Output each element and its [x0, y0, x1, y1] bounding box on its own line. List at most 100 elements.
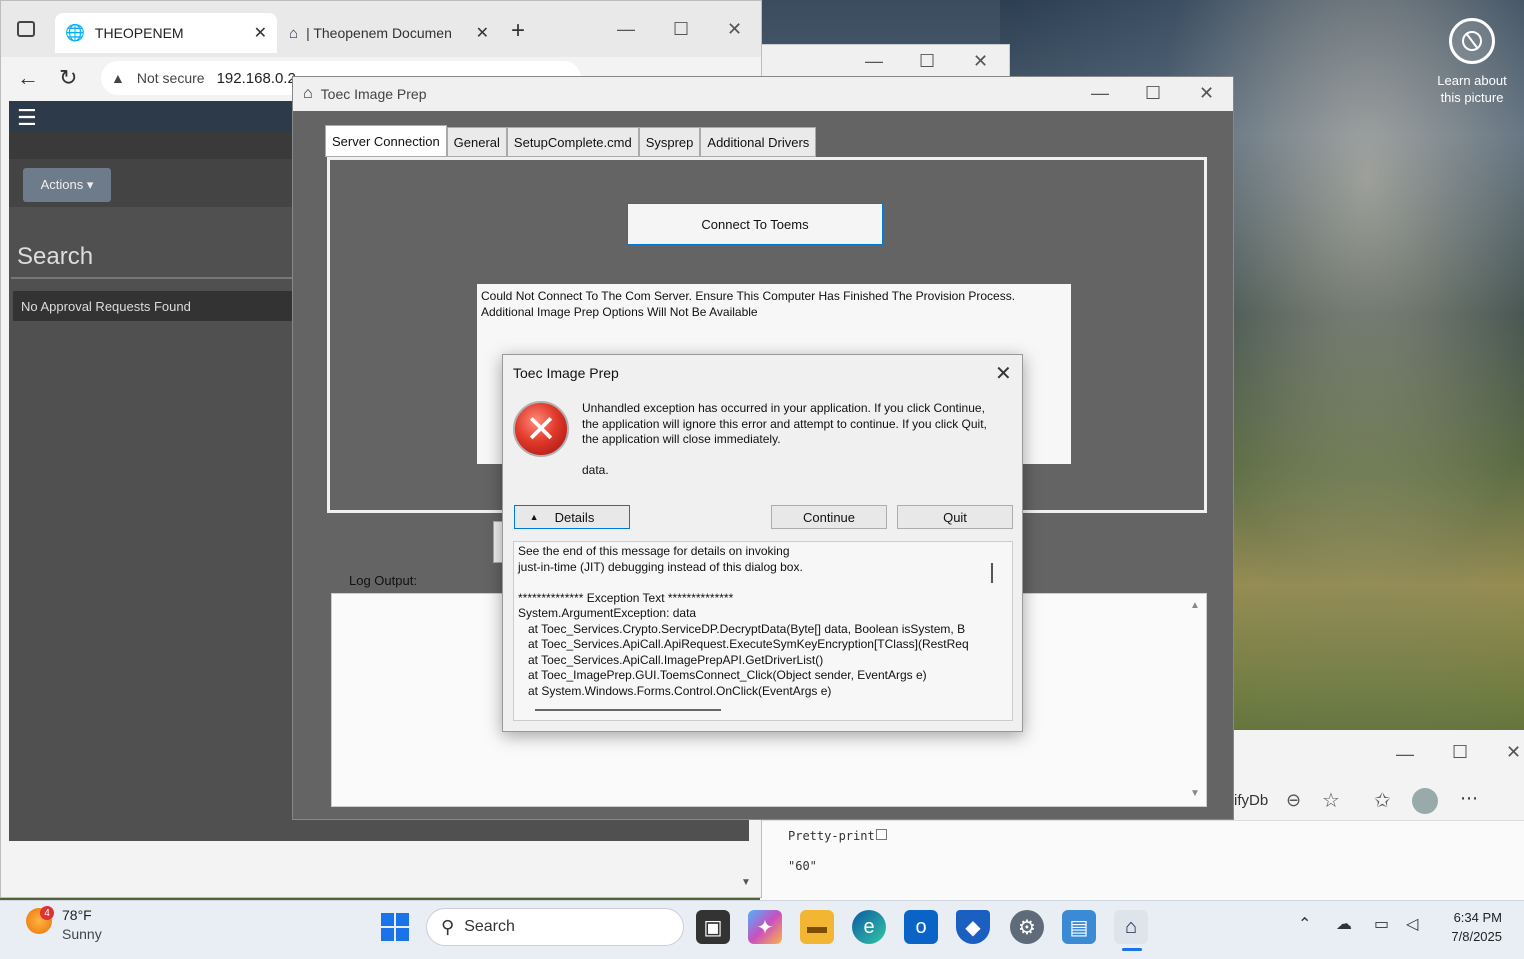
scroll-down-icon[interactable]: ▼: [741, 877, 751, 888]
browser-tab-theopenem[interactable]: 🌐 THEOPENEM ✕: [55, 13, 277, 53]
hamburger-icon[interactable]: ☰: [17, 105, 37, 131]
minimize-icon[interactable]: —: [617, 19, 635, 40]
exception-data-text: data.: [582, 463, 609, 477]
edge-icon[interactable]: e: [852, 910, 886, 944]
weather-widget[interactable]: 78°F Sunny: [62, 906, 102, 944]
minimize-icon[interactable]: —: [1396, 744, 1414, 765]
app-icon: ⌂: [303, 85, 313, 102]
weather-badge: 4: [40, 906, 54, 920]
defender-icon[interactable]: ◆: [956, 910, 990, 944]
copilot-icon[interactable]: ✦: [748, 910, 782, 944]
remote-desktop-icon[interactable]: ▤: [1062, 910, 1096, 944]
json-value: "60": [788, 859, 817, 873]
camera-icon: [1449, 18, 1495, 64]
vertical-scrollbar[interactable]: [991, 563, 993, 583]
clock-date: 7/8/2025: [1451, 929, 1502, 944]
details-button[interactable]: ▲ Details: [514, 505, 630, 529]
maximize-icon[interactable]: ☐: [673, 19, 689, 40]
profile-icon[interactable]: [1412, 788, 1438, 814]
no-approval-message: No Approval Requests Found: [13, 291, 293, 321]
search-icon: ⚲: [441, 916, 455, 937]
chevron-up-icon: ▲: [529, 512, 539, 522]
toec-titlebar: ⌂ Toec Image Prep — ☐ ✕: [293, 77, 1233, 111]
weather-temp: 78°F: [62, 907, 92, 923]
error-line-2: Additional Image Prep Options Will Not B…: [481, 305, 758, 319]
error-line-1: Could Not Connect To The Com Server. Ens…: [481, 289, 1016, 303]
json-viewer: Pretty-print "60": [760, 820, 1524, 900]
onedrive-icon[interactable]: ☁: [1336, 914, 1352, 934]
pretty-print-checkbox[interactable]: [876, 829, 887, 840]
close-icon[interactable]: ✕: [1199, 83, 1214, 104]
log-output-label: Log Output:: [349, 573, 417, 588]
file-explorer-icon[interactable]: ▬: [800, 910, 834, 944]
browser-tab-docs[interactable]: ⌂ | Theopenem Documen ✕: [279, 13, 499, 53]
exception-dialog: Toec Image Prep ✕ ✕ Unhandled exception …: [502, 354, 1023, 732]
site-subheader: [9, 131, 293, 159]
close-icon[interactable]: ✕: [1506, 742, 1521, 763]
scroll-up-icon[interactable]: ▲: [1190, 600, 1200, 611]
exception-details-text[interactable]: See the end of this message for details …: [513, 541, 1013, 721]
horizontal-scrollbar[interactable]: [535, 709, 721, 711]
windows-start-icon[interactable]: [380, 912, 410, 942]
security-label: Not secure: [136, 70, 205, 86]
maximize-icon[interactable]: ☐: [919, 51, 935, 72]
chevron-up-icon[interactable]: ⌃: [1298, 914, 1311, 934]
system-clock[interactable]: 6:34 PM 7/8/2025: [1440, 908, 1502, 946]
maximize-icon[interactable]: ☐: [1452, 742, 1468, 763]
taskbar-search[interactable]: ⚲ Search: [426, 908, 684, 946]
search-heading: Search: [17, 243, 94, 270]
actions-button[interactable]: Actions ▾: [23, 168, 111, 202]
back-icon[interactable]: ←: [17, 65, 39, 91]
favorite-icon[interactable]: ☆: [1322, 788, 1340, 813]
minimize-icon[interactable]: —: [1091, 83, 1109, 104]
continue-button[interactable]: Continue: [771, 505, 887, 529]
tab-sysprep[interactable]: Sysprep: [638, 127, 701, 157]
tab-label: | Theopenem Documen: [306, 25, 452, 41]
active-app-indicator: [1122, 948, 1142, 951]
browser-footer: ▼: [9, 843, 761, 897]
settings-icon[interactable]: ⚙: [1010, 910, 1044, 944]
minimize-icon[interactable]: —: [865, 51, 883, 72]
tab-setupcomplete[interactable]: SetupComplete.cmd: [506, 127, 639, 157]
connect-to-toems-button[interactable]: Connect To Toems: [627, 203, 883, 245]
task-view-icon[interactable]: ▣: [696, 910, 730, 944]
tab-close-icon[interactable]: ✕: [254, 23, 267, 43]
details-label: Details: [554, 509, 595, 525]
volume-icon[interactable]: ◁: [1406, 914, 1418, 934]
globe-icon: 🌐: [65, 25, 85, 42]
search-label: Search: [464, 918, 515, 935]
tab-general[interactable]: General: [446, 127, 507, 157]
outlook-icon[interactable]: o: [904, 910, 938, 944]
favorites-icon[interactable]: ✩: [1374, 788, 1391, 813]
exception-message: Unhandled exception has occurred in your…: [582, 401, 987, 446]
learn-about-picture[interactable]: Learn about this picture: [1432, 18, 1512, 106]
toec-taskbar-icon[interactable]: ⌂: [1114, 910, 1148, 944]
new-tab-icon[interactable]: +: [511, 17, 525, 45]
tab-additional-drivers[interactable]: Additional Drivers: [700, 127, 817, 157]
maximize-icon[interactable]: ☐: [1145, 83, 1161, 104]
tab-strip: Server Connection General SetupComplete.…: [325, 125, 817, 157]
dialog-close-icon[interactable]: ✕: [995, 361, 1012, 386]
refresh-icon[interactable]: ↻: [59, 65, 77, 91]
url-text: 192.168.0.2: [216, 69, 296, 87]
tab-server-connection[interactable]: Server Connection: [325, 125, 447, 157]
quit-button[interactable]: Quit: [897, 505, 1013, 529]
close-icon[interactable]: ✕: [973, 51, 988, 72]
error-icon: ✕: [513, 401, 569, 457]
network-icon[interactable]: ▭: [1374, 914, 1389, 934]
more-icon[interactable]: ⋯: [1460, 788, 1478, 809]
weather-condition: Sunny: [62, 926, 102, 942]
pretty-print-label: Pretty-print: [788, 829, 875, 843]
tab-label: THEOPENEM: [94, 25, 184, 41]
scroll-down-icon[interactable]: ▼: [1190, 788, 1200, 799]
zoom-icon[interactable]: ⊖: [1286, 790, 1301, 811]
browser-tabstrip: 🌐 THEOPENEM ✕ ⌂ | Theopenem Documen ✕ + …: [1, 1, 761, 57]
close-icon[interactable]: ✕: [727, 19, 742, 40]
clock-time: 6:34 PM: [1453, 910, 1502, 925]
tab-close-icon[interactable]: ✕: [476, 23, 489, 43]
window-title: Toec Image Prep: [320, 86, 427, 102]
tab-actions-icon[interactable]: [17, 21, 35, 37]
toolbar-partial-text: ifyDb: [1234, 792, 1269, 809]
warning-icon: ▲: [111, 70, 125, 86]
search-divider: [11, 277, 293, 279]
